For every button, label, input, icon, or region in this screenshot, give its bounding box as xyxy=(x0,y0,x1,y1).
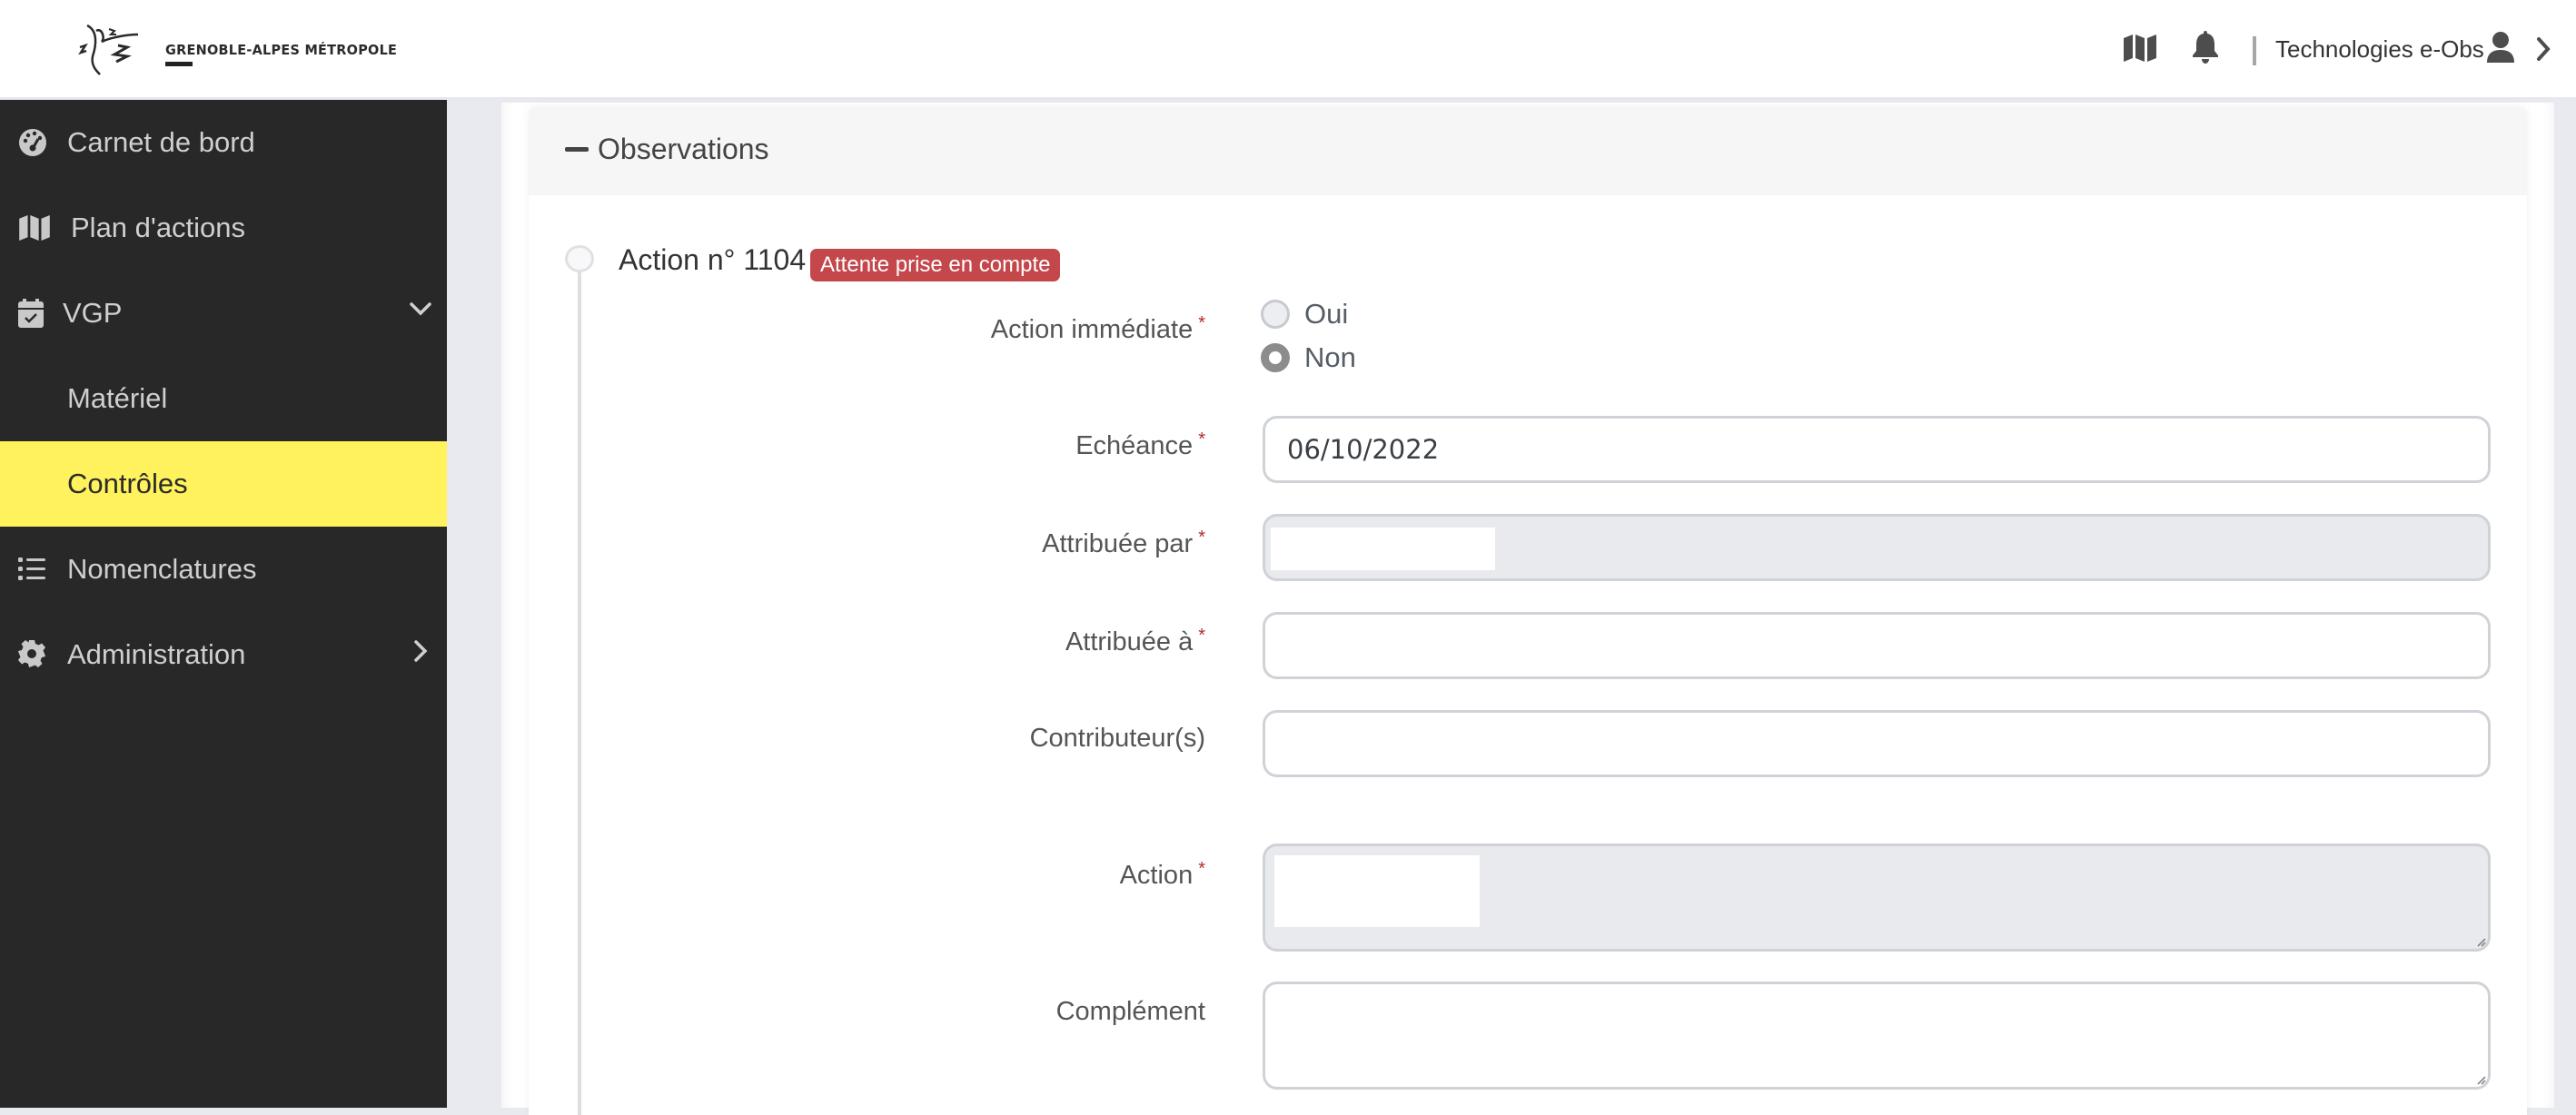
echeance-label: Echéance * xyxy=(1075,429,1205,461)
gear-icon xyxy=(18,640,47,669)
radio-button-checked[interactable] xyxy=(1261,343,1290,372)
label-text: Echéance xyxy=(1075,431,1194,460)
chevron-right-icon[interactable] xyxy=(2536,36,2551,62)
action-label: Action * xyxy=(1120,859,1205,891)
label-text: Action xyxy=(1119,861,1194,890)
radio-label: Oui xyxy=(1304,298,1349,330)
sidebar-item-administration[interactable]: Administration xyxy=(0,612,447,697)
sidebar-item-nomenclatures[interactable]: Nomenclatures xyxy=(0,527,447,612)
map-icon xyxy=(18,213,51,242)
label-text: Attribuée par xyxy=(1042,529,1194,558)
radio-label: Non xyxy=(1304,341,1356,373)
timeline-dot xyxy=(565,245,594,272)
list-icon xyxy=(18,555,47,584)
attribuee-a-input[interactable] xyxy=(1263,612,2491,679)
complement-textarea[interactable] xyxy=(1263,982,2491,1090)
complement-label: Complément xyxy=(1056,997,1205,1027)
dashboard-icon xyxy=(18,128,47,157)
redacted-value xyxy=(1271,528,1495,570)
user-icon[interactable] xyxy=(2487,32,2514,63)
label-text: Complément xyxy=(1055,997,1205,1026)
sidebar-item-carnet-de-bord[interactable]: Carnet de bord xyxy=(0,100,447,185)
map-icon[interactable] xyxy=(2124,35,2156,62)
radio-oui[interactable]: Oui xyxy=(1261,298,1348,331)
required-marker: * xyxy=(1198,313,1205,333)
chevron-down-icon[interactable] xyxy=(409,298,432,321)
sidebar-item-controles[interactable]: Contrôles xyxy=(0,441,447,527)
section-title: Observations xyxy=(598,133,769,165)
sidebar-item-plan-actions[interactable]: Plan d'actions xyxy=(0,185,447,271)
logo[interactable]: GRENOBLE-ALPES MÉTROPOLE xyxy=(74,18,397,82)
collapse-icon[interactable] xyxy=(565,147,589,152)
calendar-check-icon xyxy=(18,299,47,328)
sidebar: Carnet de bord Plan d'actions VGP Matéri… xyxy=(0,100,447,1108)
sidebar-item-label: Plan d'actions xyxy=(71,212,246,243)
echeance-value: 06/10/2022 xyxy=(1287,434,1440,465)
required-marker: * xyxy=(1198,626,1205,646)
sidebar-item-vgp[interactable]: VGP xyxy=(0,271,447,356)
sidebar-item-label: VGP xyxy=(63,297,123,329)
label-text: Contributeur(s) xyxy=(1029,724,1205,753)
user-name[interactable]: Technologies e-Obs xyxy=(2275,35,2484,64)
required-marker: * xyxy=(1198,429,1205,449)
label-text: Action immédiate xyxy=(990,315,1194,344)
sidebar-item-materiel[interactable]: Matériel xyxy=(0,356,447,441)
sidebar-item-label: Contrôles xyxy=(67,468,188,499)
attribuee-par-label: Attribuée par * xyxy=(1042,528,1205,559)
card-header[interactable]: Observations xyxy=(529,107,2527,195)
timeline-line xyxy=(578,271,581,1115)
bell-icon[interactable] xyxy=(2192,31,2219,64)
logo-mark-icon xyxy=(78,24,139,75)
action-title: Action n° 1104 xyxy=(619,243,807,276)
required-marker: * xyxy=(1198,859,1205,879)
sidebar-item-label: Nomenclatures xyxy=(67,553,257,585)
attribuee-a-label: Attribuée à * xyxy=(1065,626,1205,657)
echeance-input[interactable]: 06/10/2022 xyxy=(1263,416,2491,483)
contributeurs-label: Contributeur(s) xyxy=(1030,724,1205,754)
required-marker: * xyxy=(1198,528,1205,548)
sidebar-item-label: Matériel xyxy=(67,382,168,414)
label-text: Attribuée à xyxy=(1065,627,1194,656)
resize-handle-icon[interactable] xyxy=(2473,1072,2486,1085)
sidebar-item-label: Carnet de bord xyxy=(67,126,255,158)
status-badge: Attente prise en compte xyxy=(810,249,1061,281)
action-immediate-label: Action immédiate * xyxy=(991,313,1205,345)
radio-non[interactable]: Non xyxy=(1261,341,1356,374)
redacted-value xyxy=(1274,855,1480,927)
logo-text: GRENOBLE-ALPES MÉTROPOLE xyxy=(165,42,398,58)
sidebar-item-label: Administration xyxy=(67,638,246,670)
logo-underline xyxy=(165,62,193,66)
chevron-right-icon[interactable] xyxy=(409,639,432,663)
contributeurs-input[interactable] xyxy=(1263,710,2491,777)
top-header: GRENOBLE-ALPES MÉTROPOLE Technologies e-… xyxy=(0,0,2576,100)
radio-button[interactable] xyxy=(1261,300,1290,329)
header-separator xyxy=(2253,36,2256,65)
resize-handle-icon[interactable] xyxy=(2473,934,2486,947)
